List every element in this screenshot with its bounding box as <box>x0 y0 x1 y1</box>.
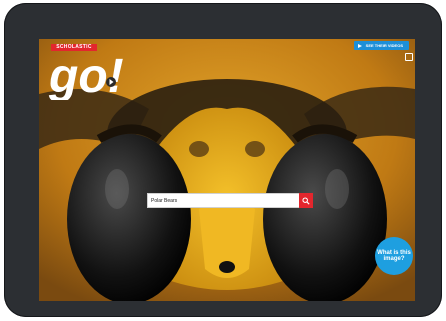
see-videos-label: SEE THEIR VIDEOS <box>365 43 403 48</box>
side-panel-icon[interactable] <box>405 53 413 61</box>
play-icon <box>357 43 362 48</box>
what-is-this-image-button[interactable]: What is this image? <box>375 237 413 275</box>
see-videos-button[interactable]: SEE THEIR VIDEOS <box>353 41 409 50</box>
search-input[interactable] <box>148 195 312 206</box>
search-bar <box>147 193 313 208</box>
search-button[interactable] <box>299 193 313 208</box>
app-screen: SCHOLASTIC go! SEE THEIR VIDEOS What is … <box>39 39 415 301</box>
go-logo[interactable]: go! <box>47 46 125 100</box>
tablet-frame: SCHOLASTIC go! SEE THEIR VIDEOS What is … <box>4 3 442 317</box>
search-icon <box>302 196 310 205</box>
go-logo-text: go! <box>48 50 124 100</box>
